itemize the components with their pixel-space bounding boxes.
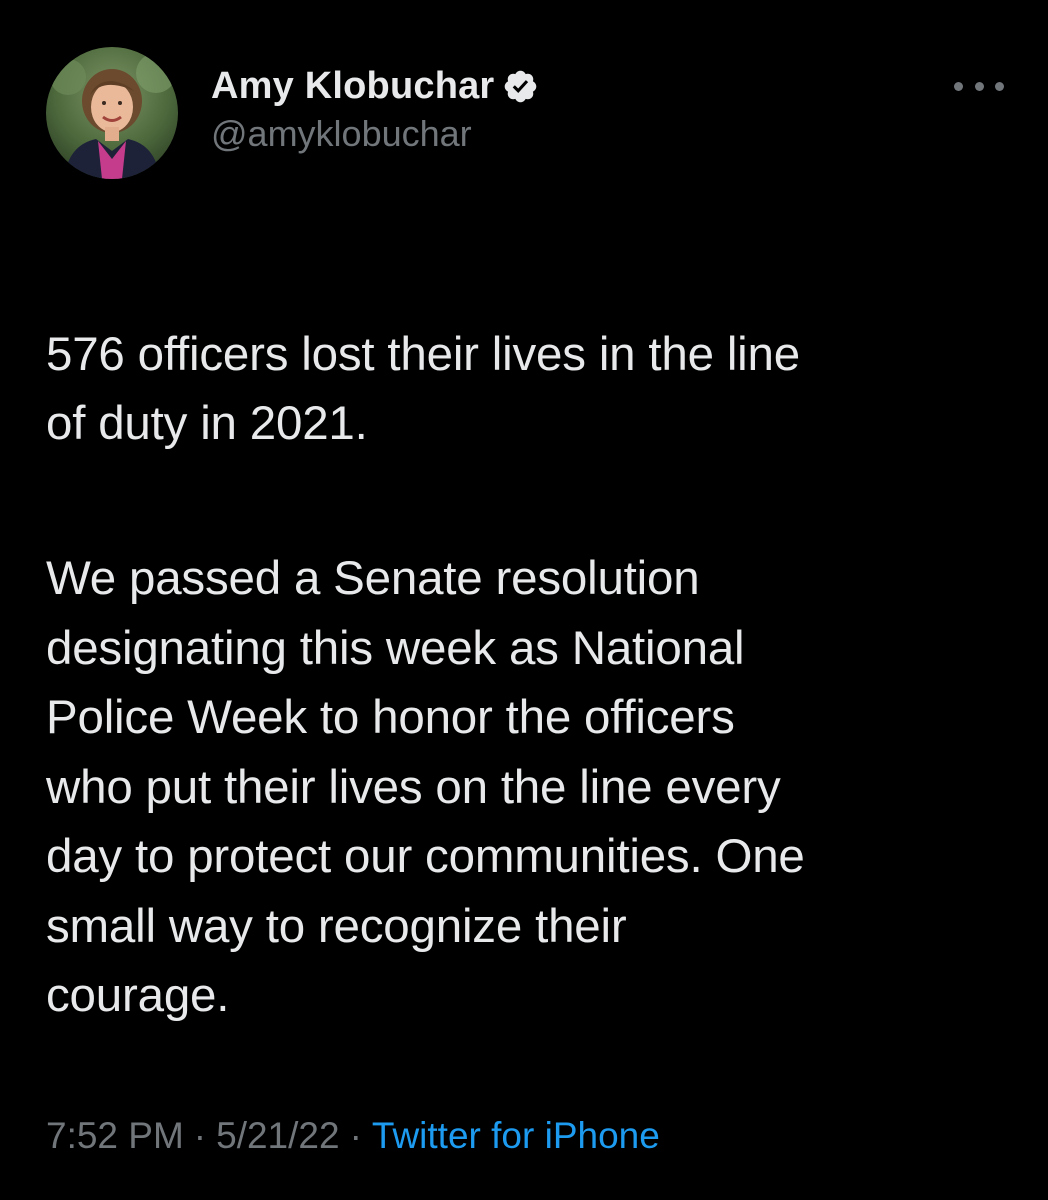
more-dot	[974, 81, 984, 91]
author-handle[interactable]: @amyklobuchar	[211, 111, 472, 157]
meta-separator: ·	[193, 1115, 207, 1156]
tweet-meta: 7:52 PM · 5/21/22 · Twitter for iPhone	[46, 1112, 660, 1160]
more-options-icon[interactable]	[954, 66, 1004, 106]
profile-photo-icon	[46, 47, 178, 179]
tweet-text: 576 officers lost their lives in the lin…	[46, 250, 1016, 1116]
meta-separator: ·	[349, 1115, 362, 1156]
verified-badge-icon	[502, 68, 539, 105]
avatar[interactable]	[46, 47, 178, 179]
tweet-paragraph: 576 officers lost their lives in the lin…	[46, 327, 800, 451]
tweet-card: Amy Klobuchar @amyklobuchar 576 officers…	[0, 0, 1048, 1200]
author-name-row[interactable]: Amy Klobuchar	[211, 62, 539, 110]
tweet-source-link[interactable]: Twitter for iPhone	[372, 1115, 660, 1156]
more-dot	[995, 81, 1004, 91]
more-dot	[954, 81, 963, 91]
tweet-time[interactable]: 7:52 PM	[46, 1115, 184, 1156]
display-name[interactable]: Amy Klobuchar	[211, 62, 494, 110]
tweet-paragraph: We passed a Senate resolution designatin…	[46, 552, 805, 1022]
tweet-date[interactable]: 5/21/22	[216, 1115, 339, 1156]
